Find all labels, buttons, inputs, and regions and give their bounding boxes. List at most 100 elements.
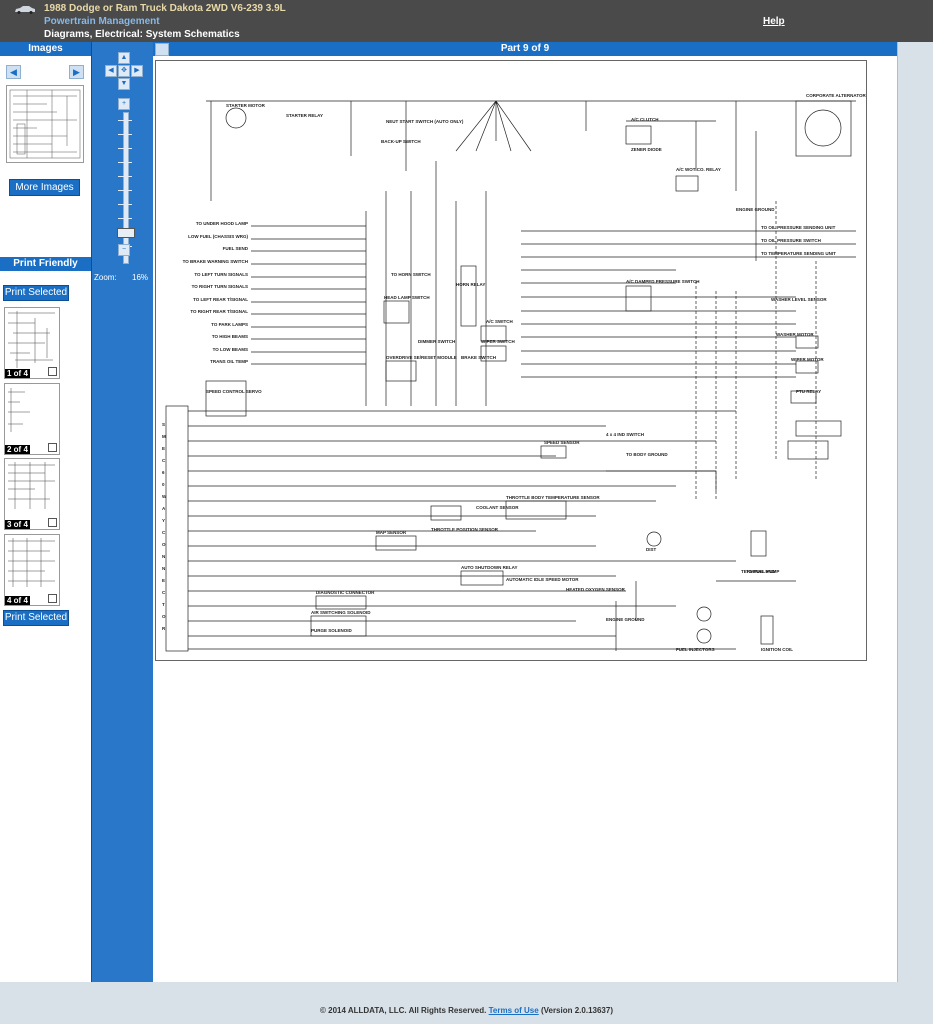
- zoom-out-button[interactable]: −: [118, 244, 130, 256]
- schematic-left-label: LOW FUEL (CHASSIS WRG): [188, 234, 248, 239]
- print-icon[interactable]: [155, 43, 169, 56]
- print-friendly-header: Print Friendly: [0, 257, 91, 271]
- connector-letter: T: [162, 602, 165, 607]
- thumbnail-label: 4 of 4: [5, 596, 30, 605]
- thumbnail-label: 2 of 4: [5, 445, 30, 454]
- schematic-component-label: HEAD LAMP SWITCH: [384, 295, 430, 300]
- schematic-component-label: PURGE SOLENOID: [311, 628, 353, 633]
- thumbnail-checkbox[interactable]: [48, 518, 57, 527]
- connector-letter: A: [162, 506, 166, 511]
- schematic-component-label: MAP SENSOR: [376, 530, 407, 535]
- zoom-in-button[interactable]: +: [118, 98, 130, 110]
- help-link[interactable]: Help: [763, 16, 785, 27]
- version-text: (Version 2.0.13637): [540, 1006, 613, 1015]
- thumbnail-checkbox[interactable]: [48, 367, 57, 376]
- schematic-component-label: TO BODY GROUND: [626, 452, 668, 457]
- print-selected-button-top[interactable]: Print Selected: [3, 285, 69, 301]
- current-image-thumbnail[interactable]: [6, 85, 84, 163]
- slider-tick: [118, 120, 132, 121]
- pan-up-button[interactable]: ▲: [118, 52, 130, 64]
- connector-letter: O: [162, 542, 166, 547]
- print-thumbnail[interactable]: 2 of 4: [4, 383, 60, 455]
- schematic-top-label: STARTER MOTOR: [226, 103, 266, 108]
- schematic-component-label: THROTTLE POSITION SENSOR: [431, 527, 499, 532]
- copyright-text: © 2014 ALLDATA, LLC. All Rights Reserved…: [320, 1006, 487, 1015]
- schematic-right-label: TO OIL PRESSURE SENDING UNIT: [761, 225, 836, 230]
- arrow-left-icon: ◀: [10, 67, 17, 77]
- terms-of-use-link[interactable]: Terms of Use: [489, 1006, 539, 1015]
- schematic-top-label: ZENER DIODE: [631, 147, 662, 152]
- schematic-component-label: 4 x 4 IND SWITCH: [606, 432, 644, 437]
- schematic-component-label: OVERDRIVE SE/RESET MODULE: [386, 355, 457, 360]
- zoom-slider-handle[interactable]: [117, 228, 135, 238]
- slider-tick: [118, 148, 132, 149]
- left-sidebar: Images ◀ ▶ More Images Print Friendly Pr…: [0, 42, 91, 982]
- thumbnail-checkbox[interactable]: [48, 443, 57, 452]
- fit-view-button[interactable]: ✥: [118, 65, 130, 77]
- schematic-right-label: PTU RELAY: [796, 389, 821, 394]
- schematic-right-label: WIPER MOTOR: [791, 357, 824, 362]
- pan-down-button[interactable]: ▼: [118, 78, 130, 90]
- connector-letter: E: [162, 446, 165, 451]
- slider-tick: [118, 190, 132, 191]
- arrow-down-icon: ▼: [120, 80, 128, 87]
- zoom-label: Zoom:: [94, 273, 117, 282]
- schematic-left-label: TO BRAKE WARNING SWITCH: [183, 259, 248, 264]
- schematic-component-label: WIPER SWITCH: [481, 339, 515, 344]
- vehicle-title: 1988 Dodge or Ram Truck Dakota 2WD V6-23…: [44, 3, 286, 14]
- slider-tick: [118, 204, 132, 205]
- schematic-component-label: DIMMER SWITCH: [418, 339, 455, 344]
- slider-tick: [118, 218, 132, 219]
- schematic-left-label: TO HIGH BEAMS: [212, 334, 248, 339]
- footer: © 2014 ALLDATA, LLC. All Rights Reserved…: [0, 1006, 933, 1015]
- connector-letter: S: [162, 422, 165, 427]
- plus-icon: +: [121, 100, 127, 107]
- schematic-drawing: STARTER MOTOR STARTER RELAY NEUT START SWI…: [162, 93, 866, 652]
- schematic-component-label: BRAKE SWITCH: [461, 355, 496, 360]
- arrow-left-icon: ◀: [108, 67, 114, 74]
- schematic-left-label: TO UNDER HOOD LAMP: [196, 221, 248, 226]
- schematic-component-label: AIR SWITCHING SOLENOID: [311, 610, 371, 615]
- pan-right-button[interactable]: ▶: [131, 65, 143, 77]
- schematic-component-label: DIAGNOSTIC CONNECTOR: [316, 590, 375, 595]
- schematic-right-label: TO TEMPERATURE SENDING UNIT: [761, 251, 836, 256]
- print-thumbnail[interactable]: 4 of 4: [4, 534, 60, 606]
- schematic-left-label: TO RIGHT REAR T/SIGNAL: [190, 309, 248, 314]
- section-title[interactable]: Powertrain Management: [44, 16, 160, 27]
- schematic-right-label: WASHER LEVEL SENSOR: [771, 297, 827, 302]
- schematic-left-label: TRANS OIL TEMP: [210, 359, 248, 364]
- print-thumbnail[interactable]: 1 of 4: [4, 307, 60, 379]
- schematic-component-label: A/C SWITCH: [486, 319, 513, 324]
- next-image-button[interactable]: ▶: [69, 65, 84, 79]
- minus-icon: −: [121, 246, 127, 253]
- wiring-schematic-image[interactable]: STARTER MOTOR STARTER RELAY NEUT START SWI…: [155, 60, 867, 661]
- schematic-component-label: TO FUEL PUMP: [746, 569, 779, 574]
- image-viewer: Part 9 of 9 STARTER MOTOR STARTER RELAY …: [153, 42, 898, 982]
- thumbnail-checkbox[interactable]: [48, 594, 57, 603]
- schematic-left-label: FUEL SEND: [223, 246, 249, 251]
- slider-tick: [118, 162, 132, 163]
- subsection-title: Diagrams, Electrical: System Schematics: [44, 29, 240, 40]
- arrow-right-icon: ▶: [134, 67, 140, 74]
- more-images-button[interactable]: More Images: [9, 179, 80, 196]
- connector-letter: C: [162, 530, 166, 535]
- zoom-value: 16%: [132, 273, 149, 282]
- schematic-component-label: HEATED OXYGEN SENSOR: [566, 587, 626, 592]
- connector-letter: C: [162, 458, 166, 463]
- print-thumbnail[interactable]: 3 of 4: [4, 458, 60, 530]
- pan-left-button[interactable]: ◀: [105, 65, 117, 77]
- schematic-right-label: WASHER MOTOR: [776, 332, 814, 337]
- car-icon: [15, 6, 35, 14]
- slider-tick: [118, 134, 132, 135]
- part-indicator-bar: Part 9 of 9: [153, 42, 897, 56]
- schematic-right-label: TO OIL PRESSURE SWITCH: [761, 238, 821, 243]
- schematic-component-label: AUTO SHUTDOWN RELAY: [461, 565, 518, 570]
- app-header: 1988 Dodge or Ram Truck Dakota 2WD V6-23…: [0, 0, 933, 42]
- connector-letter: 0: [162, 482, 165, 487]
- schematic-component-label: TO HORN SWITCH: [391, 272, 431, 277]
- schematic-component-label: AUTOMATIC IDLE SPEED MOTOR: [506, 577, 579, 582]
- prev-image-button[interactable]: ◀: [6, 65, 21, 79]
- connector-letter: 6: [162, 470, 165, 475]
- schematic-top-label: ENGINE GROUND: [736, 207, 775, 212]
- print-selected-button-bottom[interactable]: Print Selected: [3, 610, 69, 626]
